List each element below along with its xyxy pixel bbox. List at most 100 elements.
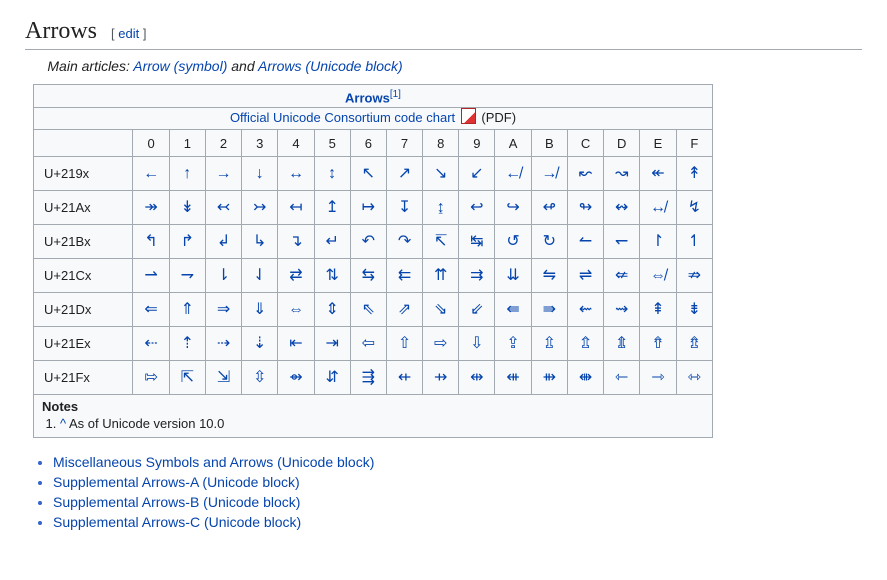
glyph-cell[interactable]: ⇱ [169, 361, 205, 395]
glyph-cell[interactable]: ⇇ [386, 259, 422, 293]
glyph-link[interactable]: ⇳ [253, 369, 266, 386]
glyph-cell[interactable]: ↗ [386, 157, 422, 191]
glyph-link[interactable]: ↜ [579, 165, 592, 182]
glyph-link[interactable]: ⇽ [615, 369, 628, 386]
glyph-link[interactable]: ⇠ [144, 335, 157, 352]
glyph-link[interactable]: ⇀ [144, 267, 157, 284]
glyph-link[interactable]: ⇸ [434, 369, 447, 386]
glyph-cell[interactable]: ⇲ [205, 361, 241, 395]
glyph-cell[interactable]: ↻ [531, 225, 567, 259]
glyph-link[interactable]: ⇯ [688, 335, 701, 352]
glyph-link[interactable]: ↿ [688, 233, 701, 250]
glyph-link[interactable]: ↱ [181, 233, 194, 250]
glyph-cell[interactable]: ⇌ [567, 259, 603, 293]
glyph-link[interactable]: ← [143, 165, 159, 182]
glyph-cell[interactable]: ⇭ [604, 327, 640, 361]
glyph-cell[interactable]: ⇕ [314, 293, 350, 327]
glyph-cell[interactable]: ↑ [169, 157, 205, 191]
glyph-link[interactable]: ↝ [615, 165, 628, 182]
glyph-cell[interactable]: ↢ [205, 191, 241, 225]
glyph-cell[interactable]: ⇂ [205, 259, 241, 293]
glyph-link[interactable]: ↦ [362, 199, 375, 216]
glyph-cell[interactable]: ↳ [242, 225, 278, 259]
glyph-link[interactable]: ↛ [541, 165, 557, 182]
glyph-link[interactable]: ↭ [615, 199, 628, 216]
glyph-cell[interactable]: ⇀ [133, 259, 169, 293]
glyph-link[interactable]: ⇱ [181, 369, 194, 386]
glyph-link[interactable]: ⇴ [289, 369, 302, 386]
glyph-link[interactable]: ⇭ [615, 335, 628, 352]
glyph-cell[interactable]: → [205, 157, 241, 191]
glyph-link[interactable]: ⇜ [579, 301, 592, 318]
glyph-link[interactable]: ⇩ [470, 335, 483, 352]
glyph-link[interactable]: ⇧ [398, 335, 411, 352]
glyph-link[interactable]: ↾ [651, 233, 664, 250]
hatnote-link-2[interactable]: Arrows (Unicode block) [258, 58, 403, 74]
glyph-cell[interactable]: ⇊ [495, 259, 531, 293]
glyph-link[interactable]: ↙ [470, 165, 483, 182]
glyph-cell[interactable]: ↟ [676, 157, 712, 191]
glyph-link[interactable]: ⇬ [579, 335, 592, 352]
glyph-link[interactable]: ⇣ [253, 335, 266, 352]
glyph-link[interactable]: ↤ [289, 199, 302, 216]
glyph-link[interactable]: ⇨ [434, 335, 447, 352]
glyph-cell[interactable]: ↪ [495, 191, 531, 225]
glyph-link[interactable]: ↖ [362, 165, 375, 182]
glyph-link[interactable]: ⇌ [579, 267, 592, 284]
glyph-cell[interactable]: ⇆ [350, 259, 386, 293]
glyph-cell[interactable]: ↱ [169, 225, 205, 259]
glyph-link[interactable]: ↟ [688, 165, 701, 182]
glyph-cell[interactable]: ↹ [459, 225, 495, 259]
glyph-link[interactable]: ⇅ [325, 267, 338, 284]
glyph-link[interactable]: ↕ [328, 165, 336, 182]
glyph-link[interactable]: ⇰ [144, 369, 157, 386]
glyph-cell[interactable]: ⇸ [423, 361, 459, 395]
glyph-link[interactable]: ⇋ [543, 267, 556, 284]
glyph-link[interactable]: ⇝ [615, 301, 628, 318]
glyph-cell[interactable]: ↞ [640, 157, 676, 191]
glyph-link[interactable]: ↔ [288, 165, 304, 182]
glyph-cell[interactable]: ↥ [314, 191, 350, 225]
glyph-link[interactable]: ⇫ [543, 335, 556, 352]
glyph-link[interactable]: ↬ [579, 199, 592, 216]
glyph-cell[interactable]: ↰ [133, 225, 169, 259]
glyph-link[interactable]: ⇘ [434, 301, 447, 318]
glyph-cell[interactable]: ↭ [604, 191, 640, 225]
glyph-cell[interactable]: ↕ [314, 157, 350, 191]
glyph-cell[interactable]: ↣ [242, 191, 278, 225]
glyph-link[interactable]: ⇛ [543, 301, 556, 318]
glyph-link[interactable]: ⇺ [506, 369, 519, 386]
glyph-link[interactable]: ⇥ [325, 335, 338, 352]
glyph-link[interactable]: ⇖ [362, 301, 375, 318]
glyph-link[interactable]: ↺ [506, 233, 519, 250]
glyph-link[interactable]: ⇙ [470, 301, 483, 318]
glyph-link[interactable]: ⇒ [217, 301, 230, 318]
glyph-link[interactable]: ↽ [615, 233, 628, 250]
glyph-cell[interactable]: ⇏ [676, 259, 712, 293]
glyph-cell[interactable]: ⇢ [205, 327, 241, 361]
glyph-cell[interactable]: ⇠ [133, 327, 169, 361]
glyph-cell[interactable]: ⇪ [495, 327, 531, 361]
glyph-link[interactable]: ↚ [505, 165, 521, 182]
glyph-cell[interactable]: ⇉ [459, 259, 495, 293]
glyph-link[interactable]: ↫ [543, 199, 556, 216]
glyph-cell[interactable]: ↩ [459, 191, 495, 225]
glyph-link[interactable]: ↯ [688, 199, 701, 216]
chart-title-ref[interactable]: [1] [390, 89, 401, 100]
see-also-link[interactable]: Supplemental Arrows-A (Unicode block) [53, 474, 300, 490]
glyph-cell[interactable]: ⇴ [278, 361, 314, 395]
glyph-cell[interactable]: ⇍ [604, 259, 640, 293]
glyph-link[interactable]: ⇲ [217, 369, 230, 386]
glyph-link[interactable]: ↸ [434, 233, 447, 250]
glyph-cell[interactable]: ↬ [567, 191, 603, 225]
glyph-link[interactable]: ↼ [579, 233, 592, 250]
glyph-link[interactable]: ⇕ [325, 301, 338, 318]
glyph-link[interactable]: ⇚ [506, 301, 519, 318]
glyph-cell[interactable]: ⇻ [531, 361, 567, 395]
glyph-cell[interactable]: ⇩ [459, 327, 495, 361]
glyph-cell[interactable]: ← [133, 157, 169, 191]
glyph-link[interactable]: ⇐ [144, 301, 157, 318]
glyph-cell[interactable]: ⇡ [169, 327, 205, 361]
glyph-link[interactable]: ⇹ [470, 369, 483, 386]
glyph-link[interactable]: ⇎ [650, 267, 666, 284]
